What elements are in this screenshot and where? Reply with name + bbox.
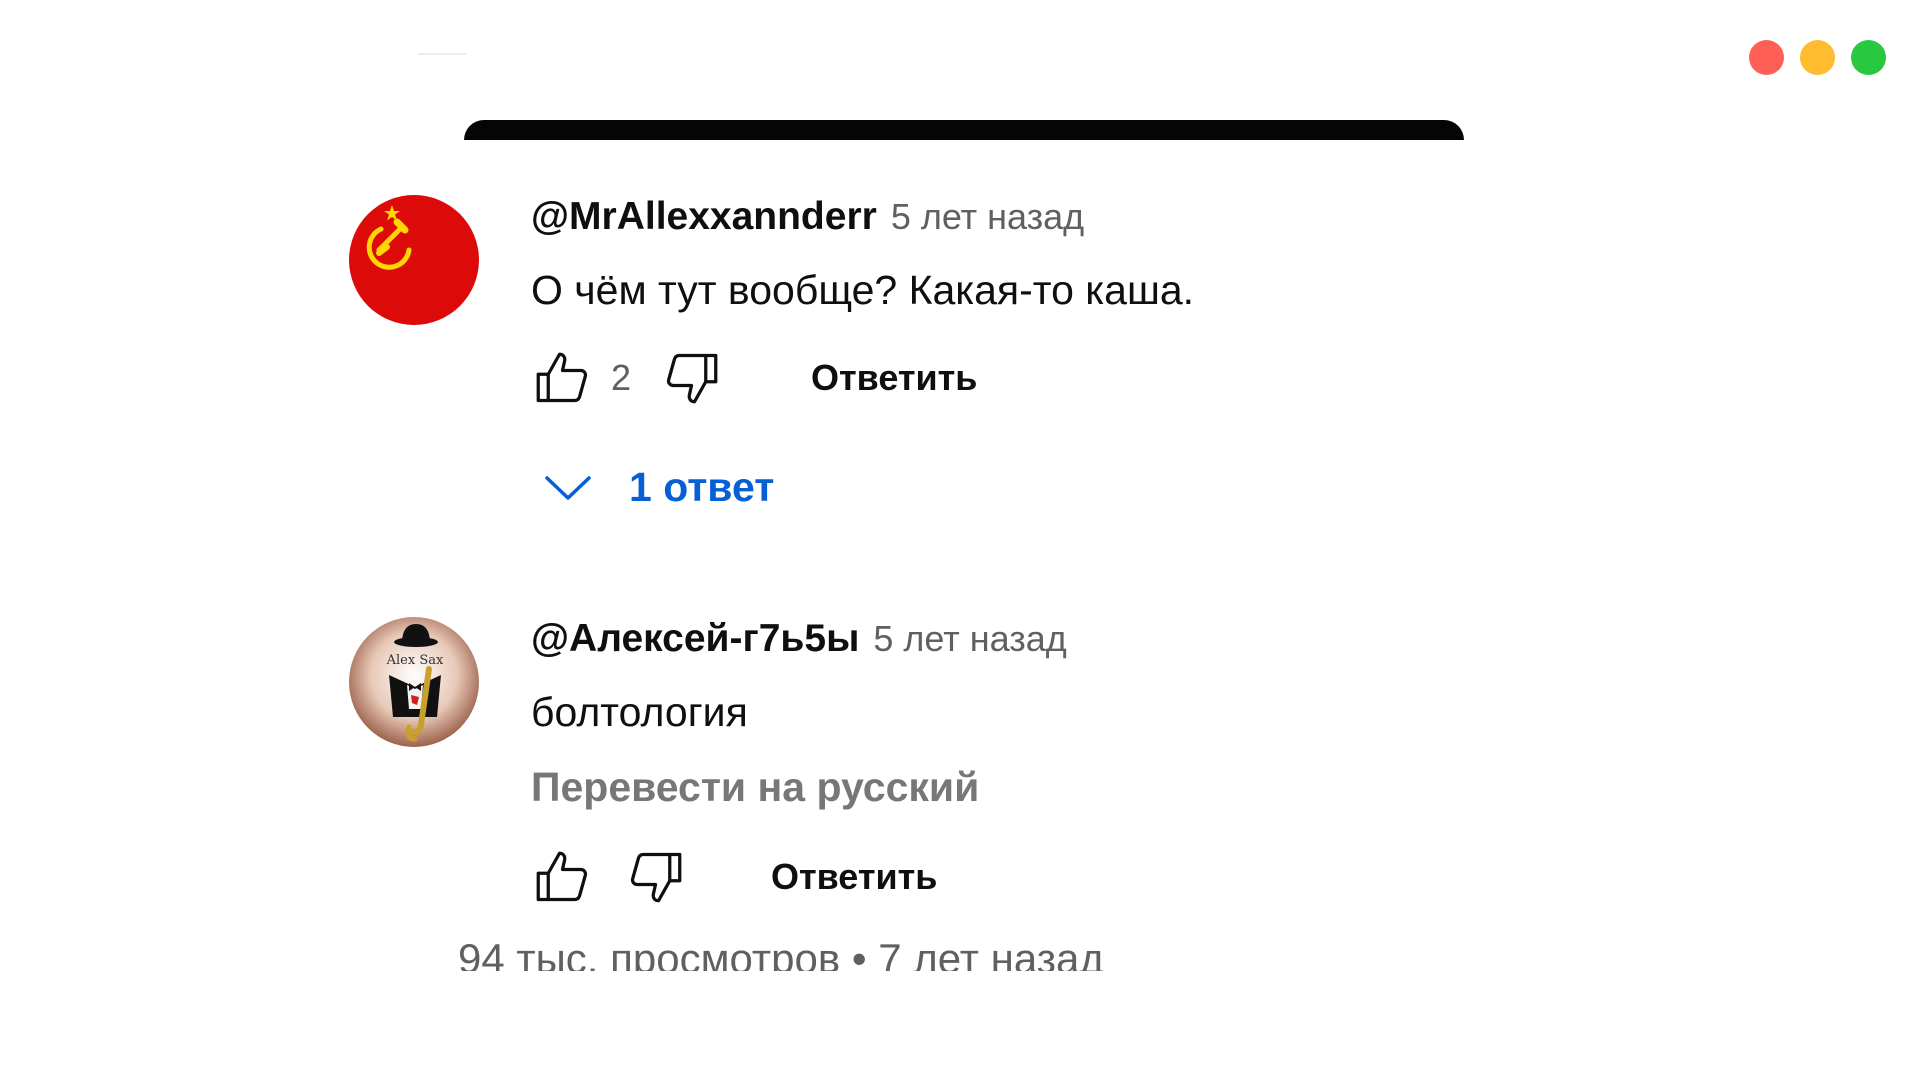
video-views-meta: 94 тыс. просмотров • 7 лет назад [458,935,1104,971]
comment-text: болтология [531,689,748,735]
comment-actions: Ответить [531,845,1531,909]
like-count: 2 [611,357,632,398]
comment-time[interactable]: 5 лет назад [873,618,1066,660]
comment-actions: 2 Ответить [531,346,1531,410]
reply-button[interactable]: Ответить [771,856,937,898]
replies-toggle[interactable]: 1 ответ [543,464,1531,511]
reply-button[interactable]: Ответить [811,357,977,399]
comment-header: @MrAllexxannderr 5 лет назад [531,195,1531,245]
window-controls [1749,40,1886,75]
like-button[interactable] [531,347,593,409]
minimize-window-button[interactable] [1800,40,1835,75]
like-button[interactable] [531,846,593,908]
comment-text: О чём тут вообще? Какая-то каша. [531,267,1195,313]
thumbs-up-icon [536,851,588,902]
dislike-button[interactable] [625,846,687,908]
video-player-edge [464,120,1464,140]
soviet-flag-icon [349,195,479,325]
avatar[interactable]: Alex Sax [349,617,479,747]
comment-body: @Алексей-г7ь5ы 5 лет назад болтология Пе… [531,617,1531,909]
thumbs-down-icon [666,353,718,404]
translate-button[interactable]: Перевести на русский [531,764,1531,811]
avatar-caption: Alex Sax [386,653,444,668]
dislike-button[interactable] [661,347,723,409]
page: @MrAllexxannderr 5 лет назад О чём тут в… [0,0,1920,1080]
divider [418,53,466,55]
comment-time[interactable]: 5 лет назад [891,196,1084,238]
comment-author[interactable]: @MrAllexxannderr [531,195,877,239]
alex-sax-saxophone-icon: Alex Sax [349,617,479,747]
thumbs-up-icon [536,352,588,403]
comment-author[interactable]: @Алексей-г7ь5ы [531,617,859,661]
maximize-window-button[interactable] [1851,40,1886,75]
chevron-down-icon [543,472,593,504]
comment-header: @Алексей-г7ь5ы 5 лет назад [531,617,1531,667]
replies-count-label: 1 ответ [629,464,775,510]
close-window-button[interactable] [1749,40,1784,75]
thumbs-down-icon [630,852,682,903]
comment-body: @MrAllexxannderr 5 лет назад О чём тут в… [531,195,1531,511]
avatar[interactable] [349,195,479,325]
